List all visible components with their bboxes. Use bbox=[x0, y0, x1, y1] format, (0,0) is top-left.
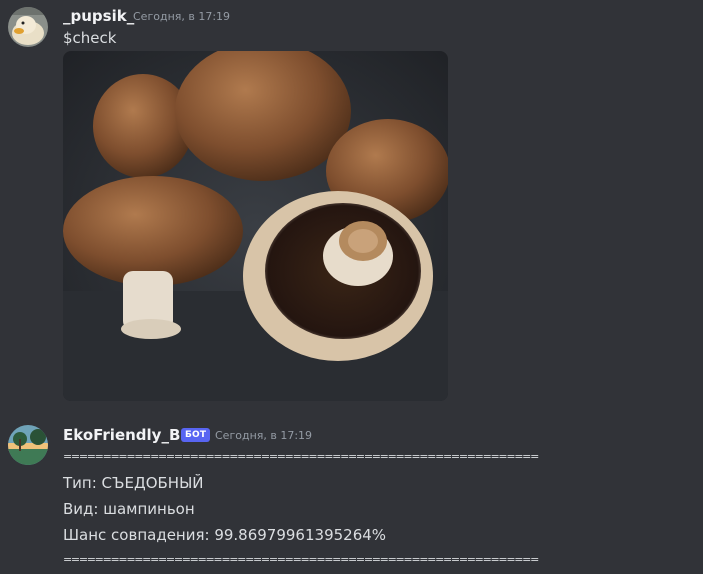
bot-avatar[interactable] bbox=[8, 425, 48, 465]
message-username[interactable]: EkoFriendly_Bot bbox=[63, 425, 198, 445]
duck-avatar-image bbox=[8, 7, 48, 47]
message-text: $check bbox=[63, 29, 117, 47]
user-avatar[interactable] bbox=[8, 7, 48, 47]
mushroom-photo-image bbox=[63, 51, 448, 401]
bot-badge: БОТ bbox=[181, 428, 211, 442]
chat-area: _pupsik_ Сегодня, в 17:19 $check EkoFrie… bbox=[0, 0, 703, 574]
separator-line: ========================================… bbox=[63, 553, 539, 566]
result-confidence-line: Шанс совпадения: 99.86979961395264% bbox=[63, 526, 387, 544]
separator-line: ========================================… bbox=[63, 450, 539, 463]
landscape-avatar-image bbox=[8, 425, 48, 465]
message-username[interactable]: _pupsik_ bbox=[63, 6, 134, 26]
image-attachment[interactable] bbox=[63, 51, 448, 401]
message-timestamp: Сегодня, в 17:19 bbox=[215, 429, 313, 442]
result-species-line: Вид: шампиньон bbox=[63, 500, 195, 518]
result-type-line: Тип: СЪЕДОБНЫЙ bbox=[63, 474, 204, 492]
message-timestamp: Сегодня, в 17:19 bbox=[133, 10, 231, 23]
